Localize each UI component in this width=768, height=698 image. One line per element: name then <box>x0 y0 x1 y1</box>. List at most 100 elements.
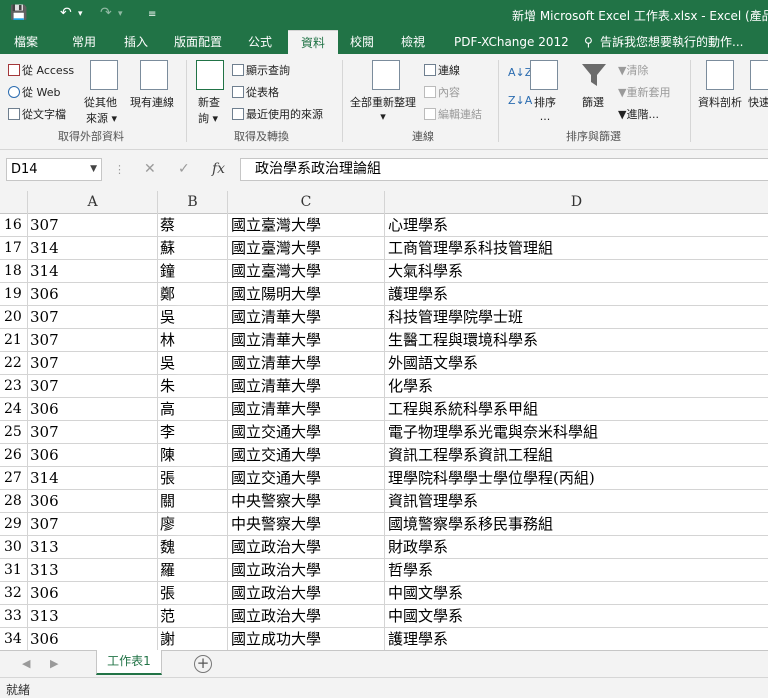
cell-d[interactable]: 心理學系 <box>385 214 768 237</box>
cell-c[interactable]: 國立臺灣大學 <box>228 214 385 237</box>
column-header-d[interactable]: D <box>385 191 768 214</box>
from-access-button[interactable]: 從 Access <box>8 62 74 78</box>
select-all-corner[interactable] <box>0 191 28 214</box>
redo-icon[interactable]: ↷ <box>100 5 112 21</box>
column-header-b[interactable]: B <box>158 191 228 214</box>
filter-button[interactable]: 篩選 <box>582 94 604 110</box>
from-table-button[interactable]: 從表格 <box>232 84 279 100</box>
cell-c[interactable]: 國立政治大學 <box>228 559 385 582</box>
row-header[interactable]: 26 <box>0 444 28 467</box>
cell-b[interactable]: 朱 <box>158 375 228 398</box>
tab-formulas[interactable]: 公式 <box>248 30 272 54</box>
cell-d[interactable]: 護理學系 <box>385 628 768 650</box>
formula-input[interactable]: 政治學系政治理論組 <box>240 158 768 181</box>
existing-connections-button[interactable]: 現有連線 <box>130 94 174 110</box>
cell-c[interactable]: 國立清華大學 <box>228 398 385 421</box>
edit-links-button[interactable]: 編輯連結 <box>424 106 482 122</box>
enter-icon[interactable]: ✓ <box>178 161 190 177</box>
redo-dropdown-icon[interactable]: ▾ <box>118 9 123 19</box>
cell-c[interactable]: 國立成功大學 <box>228 628 385 650</box>
cell-b[interactable]: 謝 <box>158 628 228 650</box>
row-header[interactable]: 28 <box>0 490 28 513</box>
prev-sheet-icon[interactable]: ◀ <box>22 657 30 670</box>
cell-c[interactable]: 國立政治大學 <box>228 605 385 628</box>
name-box-dropdown-icon[interactable]: ▼ <box>90 159 97 180</box>
sheet-tab[interactable]: 工作表1 <box>96 650 162 675</box>
from-text-button[interactable]: 從文字檔 <box>8 106 66 122</box>
advanced-button[interactable]: ▼進階... <box>618 106 659 122</box>
cell-d[interactable]: 大氣科學系 <box>385 260 768 283</box>
row-header[interactable]: 30 <box>0 536 28 559</box>
cell-a[interactable]: 314 <box>28 237 158 260</box>
sort-ascending-icon[interactable]: A↓Z <box>508 66 532 79</box>
row-header[interactable]: 29 <box>0 513 28 536</box>
cell-d[interactable]: 化學系 <box>385 375 768 398</box>
cell-d[interactable]: 中國文學系 <box>385 582 768 605</box>
cell-b[interactable]: 張 <box>158 582 228 605</box>
cell-a[interactable]: 313 <box>28 605 158 628</box>
cell-a[interactable]: 307 <box>28 513 158 536</box>
sort-button[interactable]: 排序 ... <box>534 94 556 123</box>
show-queries-button[interactable]: 顯示查詢 <box>232 62 290 78</box>
cell-d[interactable]: 生醫工程與環境科學系 <box>385 329 768 352</box>
name-box[interactable]: D14 ▼ <box>6 158 102 181</box>
cell-a[interactable]: 307 <box>28 375 158 398</box>
tab-insert[interactable]: 插入 <box>124 30 148 54</box>
column-header-c[interactable]: C <box>228 191 385 214</box>
cell-b[interactable]: 范 <box>158 605 228 628</box>
cell-a[interactable]: 314 <box>28 260 158 283</box>
cell-d[interactable]: 國境警察學系移民事務組 <box>385 513 768 536</box>
tell-me-search[interactable]: 告訴我您想要執行的動作... <box>600 30 743 54</box>
cell-b[interactable]: 吳 <box>158 352 228 375</box>
cell-b[interactable]: 蘇 <box>158 237 228 260</box>
cell-d[interactable]: 財政學系 <box>385 536 768 559</box>
cell-b[interactable]: 關 <box>158 490 228 513</box>
cell-b[interactable]: 林 <box>158 329 228 352</box>
row-header[interactable]: 21 <box>0 329 28 352</box>
cell-c[interactable]: 國立清華大學 <box>228 375 385 398</box>
cell-b[interactable]: 李 <box>158 421 228 444</box>
cell-d[interactable]: 外國語文學系 <box>385 352 768 375</box>
cell-c[interactable]: 國立臺灣大學 <box>228 237 385 260</box>
tab-home[interactable]: 常用 <box>72 30 96 54</box>
undo-dropdown-icon[interactable]: ▾ <box>78 9 83 19</box>
cell-a[interactable]: 307 <box>28 421 158 444</box>
cell-d[interactable]: 資訊工程學系資訊工程組 <box>385 444 768 467</box>
cell-a[interactable]: 307 <box>28 214 158 237</box>
cell-d[interactable]: 科技管理學院學士班 <box>385 306 768 329</box>
cell-b[interactable]: 蔡 <box>158 214 228 237</box>
cell-d[interactable]: 資訊管理學系 <box>385 490 768 513</box>
row-header[interactable]: 16 <box>0 214 28 237</box>
sort-descending-icon[interactable]: Z↓A <box>508 94 532 107</box>
cell-d[interactable]: 護理學系 <box>385 283 768 306</box>
connections-button[interactable]: 連線 <box>424 62 460 78</box>
cell-b[interactable]: 鄭 <box>158 283 228 306</box>
cell-a[interactable]: 307 <box>28 329 158 352</box>
cell-a[interactable]: 313 <box>28 536 158 559</box>
row-header[interactable]: 25 <box>0 421 28 444</box>
tab-view[interactable]: 檢視 <box>401 30 425 54</box>
cell-a[interactable]: 306 <box>28 444 158 467</box>
insert-function-icon[interactable]: fx <box>212 161 225 177</box>
cell-c[interactable]: 國立交通大學 <box>228 444 385 467</box>
row-header[interactable]: 20 <box>0 306 28 329</box>
cell-d[interactable]: 哲學系 <box>385 559 768 582</box>
row-header[interactable]: 32 <box>0 582 28 605</box>
add-sheet-icon[interactable]: + <box>194 655 212 673</box>
cell-c[interactable]: 國立清華大學 <box>228 329 385 352</box>
cell-a[interactable]: 306 <box>28 628 158 650</box>
undo-icon[interactable]: ↶ <box>60 5 72 21</box>
refresh-all-button[interactable]: 全部重新整理 ▾ <box>350 94 416 123</box>
reapply-button[interactable]: ▼重新套用 <box>618 84 670 100</box>
cell-c[interactable]: 國立臺灣大學 <box>228 260 385 283</box>
cell-c[interactable]: 國立陽明大學 <box>228 283 385 306</box>
other-sources-button[interactable]: 從其他 來源 ▾ <box>84 94 117 126</box>
cell-c[interactable]: 中央警察大學 <box>228 513 385 536</box>
cell-c[interactable]: 中央警察大學 <box>228 490 385 513</box>
cell-c[interactable]: 國立清華大學 <box>228 352 385 375</box>
cell-b[interactable]: 陳 <box>158 444 228 467</box>
tab-pdf-xchange[interactable]: PDF-XChange 2012 <box>454 30 569 54</box>
from-web-button[interactable]: 從 Web <box>8 84 60 100</box>
cell-b[interactable]: 吳 <box>158 306 228 329</box>
cell-d[interactable]: 中國文學系 <box>385 605 768 628</box>
